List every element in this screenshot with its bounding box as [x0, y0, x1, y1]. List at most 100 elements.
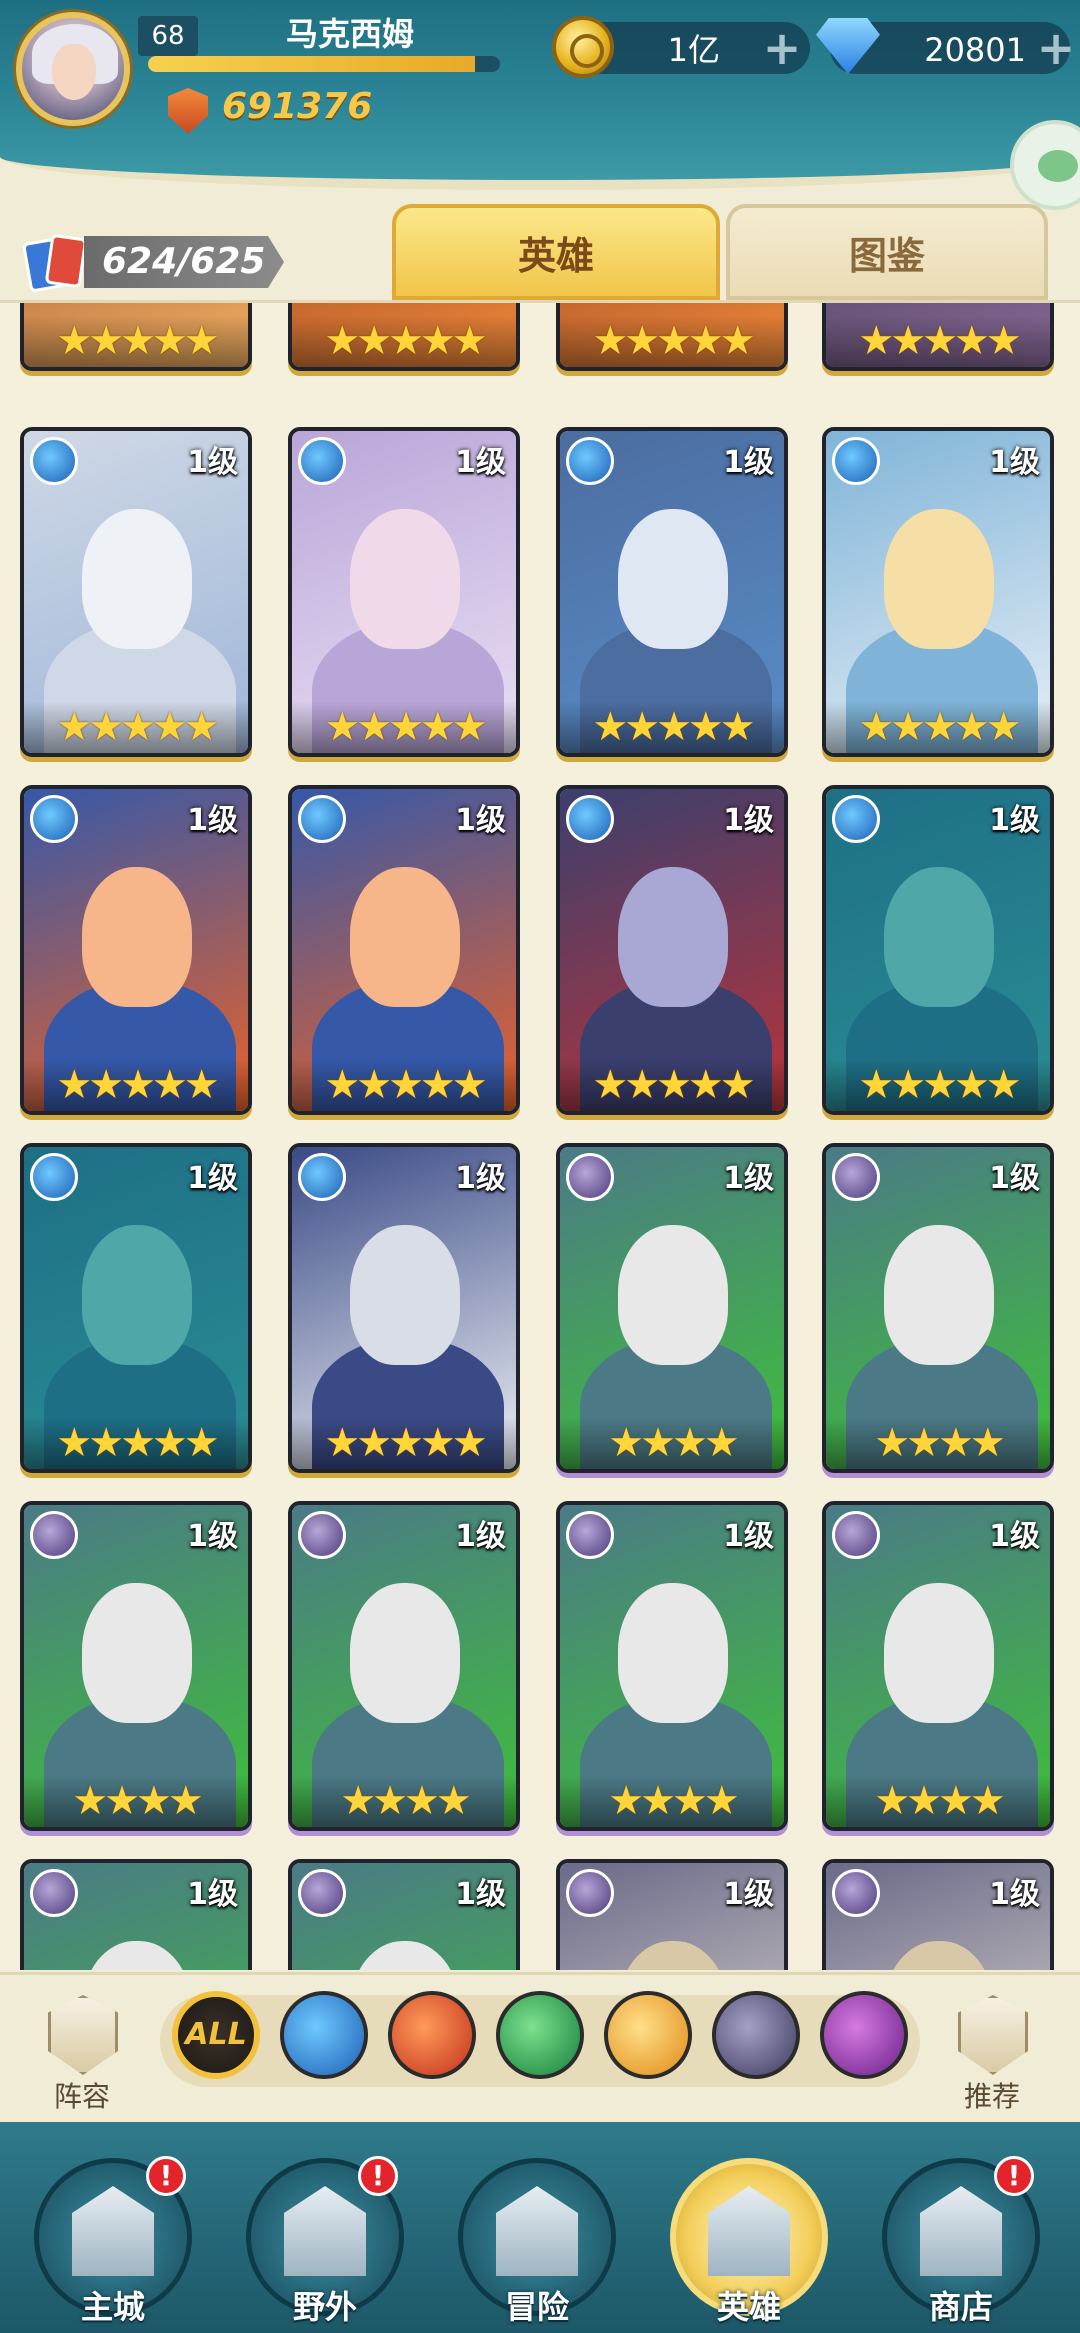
filter-all[interactable]: ALL — [172, 1991, 260, 2079]
xp-bar — [148, 56, 500, 72]
hero-card[interactable]: 1级 — [556, 1859, 788, 1970]
hero-star-rating: ★★★★★ — [826, 315, 1050, 367]
water-element-icon — [30, 437, 78, 485]
nav-wild-label: 野外 — [292, 2288, 357, 2326]
gem-amount: 20801 — [924, 31, 1026, 69]
filter-void-icon[interactable] — [820, 1991, 908, 2079]
hero-level: 1级 — [455, 1877, 506, 1912]
hero-level: 1级 — [455, 445, 506, 480]
dark-element-icon — [566, 1869, 614, 1917]
hero-card[interactable]: 1级 ★★★★ — [556, 1143, 788, 1473]
nav-city[interactable]: ! 主城 — [28, 2150, 198, 2330]
nav-wild-alert-badge: ! — [358, 2156, 398, 2196]
water-element-icon — [298, 437, 346, 485]
nav-city-label: 主城 — [80, 2288, 145, 2326]
hero-card[interactable]: 1级 — [822, 1859, 1054, 1970]
hero-card[interactable]: 1级 ★★★★★ — [288, 785, 520, 1115]
hero-card[interactable]: 1级 ★★★★★ — [822, 785, 1054, 1115]
add-gems-button[interactable]: + — [1036, 25, 1076, 71]
hero-star-rating: ★★★★★ — [292, 701, 516, 753]
hero-card[interactable]: ★★★★★ — [20, 303, 252, 371]
filter-fire-icon[interactable] — [388, 1991, 476, 2079]
water-element-icon — [566, 795, 614, 843]
water-element-icon — [298, 795, 346, 843]
hero-level: 1级 — [989, 1519, 1040, 1554]
hero-card[interactable]: 1级 ★★★★★ — [20, 427, 252, 757]
player-name: 马克西姆 — [285, 15, 414, 53]
hero-card[interactable]: 1级 — [288, 1859, 520, 1970]
filter-water-icon[interactable] — [280, 1991, 368, 2079]
hero-level: 1级 — [723, 1877, 774, 1912]
dark-element-icon — [566, 1153, 614, 1201]
nav-heroes[interactable]: 英雄 — [664, 2150, 834, 2330]
hero-level: 1级 — [455, 1519, 506, 1554]
hero-star-rating: ★★★★★ — [292, 1417, 516, 1469]
add-gold-button[interactable]: + — [762, 25, 802, 71]
filter-nature-icon[interactable] — [496, 1991, 584, 2079]
dark-element-icon — [298, 1511, 346, 1559]
hero-card[interactable]: 1级 ★★★★★ — [288, 427, 520, 757]
water-element-icon — [298, 1153, 346, 1201]
hero-level: 1级 — [187, 1161, 238, 1196]
hero-figure-head — [350, 867, 460, 1007]
hero-card[interactable]: ★★★★★ — [822, 303, 1054, 371]
tab-album[interactable]: 图鉴 — [726, 204, 1048, 300]
hero-star-rating: ★★★★★ — [24, 1059, 248, 1111]
hero-star-rating: ★★★★ — [826, 1417, 1050, 1469]
hero-star-rating: ★★★★★ — [826, 1059, 1050, 1111]
recommend-label: 推荐 — [963, 2080, 1020, 2113]
hero-level: 1级 — [723, 1161, 774, 1196]
hero-cards-icon — [21, 232, 92, 293]
hero-card[interactable]: 1级 ★★★★★ — [822, 427, 1054, 757]
nav-adventure[interactable]: 冒险 — [452, 2150, 622, 2330]
hero-star-rating: ★★★★ — [826, 1775, 1050, 1827]
hero-grid: ★★★★★ ★★★★★ ★★★★★ ★★★★★ 1级 ★★★★★ 1级 ★★★★★ 1级 ★★★★… — [0, 300, 1080, 1970]
hero-figure-head — [884, 867, 994, 1007]
hero-star-rating: ★★★★★ — [24, 315, 248, 367]
hero-card[interactable]: ★★★★★ — [288, 303, 520, 371]
hero-card[interactable]: 1级 ★★★★ — [556, 1501, 788, 1831]
hero-star-rating: ★★★★★ — [292, 315, 516, 367]
hero-figure-head — [82, 1225, 192, 1365]
hero-level: 1级 — [989, 803, 1040, 838]
hero-card[interactable]: 1级 ★★★★★ — [20, 1143, 252, 1473]
nav-city-alert-badge: ! — [146, 2156, 186, 2196]
filter-dark-icon[interactable] — [712, 1991, 800, 2079]
water-element-icon — [30, 795, 78, 843]
hero-card[interactable]: ★★★★★ — [556, 303, 788, 371]
hero-star-rating: ★★★★★ — [24, 1417, 248, 1469]
hero-figure-head — [618, 509, 728, 649]
nav-heroes-label: 英雄 — [716, 2288, 781, 2326]
hero-card[interactable]: 1级 ★★★★ — [288, 1501, 520, 1831]
hero-count: 624/625 — [102, 241, 266, 282]
filter-light-icon[interactable] — [604, 1991, 692, 2079]
nav-wild[interactable]: ! 野外 — [240, 2150, 410, 2330]
hero-star-rating: ★★★★★ — [560, 315, 784, 367]
hero-figure-head — [82, 867, 192, 1007]
nav-shop[interactable]: ! 商店 — [876, 2150, 1046, 2330]
card-red-icon — [44, 233, 88, 289]
nav-adventure-label: 冒险 — [504, 2288, 569, 2326]
hero-card[interactable]: 1级 ★★★★★ — [20, 785, 252, 1115]
hero-figure-head — [884, 509, 994, 649]
water-element-icon — [832, 437, 880, 485]
hero-level: 1级 — [455, 1161, 506, 1196]
hero-card[interactable]: 1级 ★★★★ — [20, 1501, 252, 1831]
hero-card[interactable]: 1级 ★★★★ — [822, 1501, 1054, 1831]
tab-heroes[interactable]: 英雄 — [392, 204, 720, 300]
hero-card[interactable]: 1级 ★★★★★ — [288, 1143, 520, 1473]
hero-card[interactable]: 1级 — [20, 1859, 252, 1970]
hero-level: 1级 — [187, 803, 238, 838]
hero-figure-head — [350, 1583, 460, 1723]
thumbs-up-icon — [958, 1995, 1028, 2075]
hero-card[interactable]: 1级 ★★★★★ — [556, 785, 788, 1115]
hero-card[interactable]: 1级 ★★★★★ — [556, 427, 788, 757]
lineup-button[interactable]: 阵容 — [22, 1975, 142, 2125]
recommend-button[interactable]: 推荐 — [932, 1975, 1052, 2125]
dark-element-icon — [30, 1869, 78, 1917]
player-avatar[interactable] — [16, 12, 130, 126]
hero-figure-head — [618, 1583, 728, 1723]
hero-card[interactable]: 1级 ★★★★ — [822, 1143, 1054, 1473]
hero-level: 1级 — [723, 1519, 774, 1554]
hero-figure-head — [618, 867, 728, 1007]
